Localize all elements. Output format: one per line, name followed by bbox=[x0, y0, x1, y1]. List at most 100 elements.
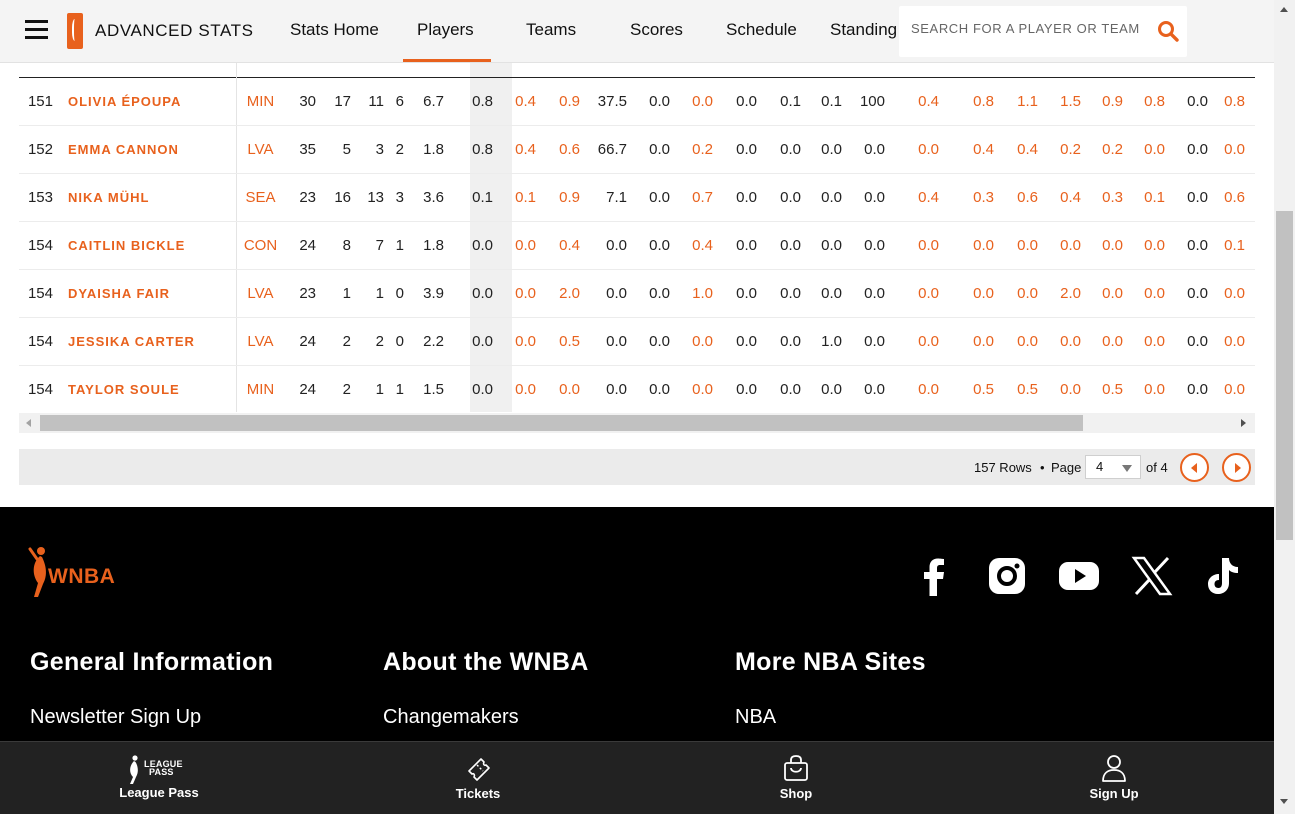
x-icon[interactable] bbox=[1131, 555, 1173, 597]
page-vertical-scrollbar[interactable] bbox=[1274, 0, 1295, 814]
nav-players[interactable]: Players bbox=[417, 20, 474, 40]
team-link[interactable]: LVA bbox=[238, 270, 283, 317]
team-link[interactable]: CON bbox=[238, 222, 283, 269]
footer-heading-more-nba-sites: More NBA Sites bbox=[735, 648, 926, 676]
stat-cell: 1.8 bbox=[423, 237, 444, 254]
nav-stats-home[interactable]: Stats Home bbox=[290, 20, 379, 40]
player-name-link[interactable]: NIKA MÜHL bbox=[68, 174, 149, 221]
hamburger-menu-icon[interactable] bbox=[25, 20, 48, 40]
bottom-nav-tickets[interactable]: Tickets bbox=[418, 742, 538, 814]
stat-cell: 0.0 bbox=[821, 237, 842, 254]
stat-cell: 0.0 bbox=[692, 93, 713, 110]
stat-cell: 1.0 bbox=[821, 333, 842, 350]
nav-standings[interactable]: Standing bbox=[830, 20, 897, 40]
stat-cell: 0.1 bbox=[780, 93, 801, 110]
instagram-icon[interactable] bbox=[986, 555, 1028, 597]
stat-cell: 66.7 bbox=[597, 141, 627, 158]
stat-cell: 3 bbox=[375, 141, 384, 158]
search-box bbox=[899, 6, 1187, 57]
stat-cell: 2.0 bbox=[559, 285, 580, 302]
stat-cell: 0.0 bbox=[1224, 333, 1245, 350]
nav-teams[interactable]: Teams bbox=[526, 20, 576, 40]
footer-logo-text: WNBA bbox=[48, 565, 116, 588]
player-name-link[interactable]: DYAISHA FAIR bbox=[68, 270, 170, 317]
team-link[interactable]: LVA bbox=[238, 126, 283, 173]
stat-cell: 0.3 bbox=[973, 189, 994, 206]
previous-page-button[interactable] bbox=[1180, 453, 1209, 482]
stat-cell: 0.0 bbox=[864, 381, 885, 398]
table-horizontal-scrollbar[interactable] bbox=[19, 413, 1255, 433]
bottom-nav-label: Tickets bbox=[455, 786, 501, 801]
stat-cell: 0.0 bbox=[1102, 237, 1123, 254]
stat-cell: 0.0 bbox=[649, 93, 670, 110]
player-name-link[interactable]: OLIVIA ÉPOUPA bbox=[68, 78, 181, 125]
stat-cell: 0.0 bbox=[1144, 237, 1165, 254]
player-name-link[interactable]: TAYLOR SOULE bbox=[68, 366, 180, 412]
player-name-link[interactable]: CAITLIN BICKLE bbox=[68, 222, 185, 269]
player-name-link[interactable]: EMMA CANNON bbox=[68, 126, 179, 173]
team-link[interactable]: LVA bbox=[238, 318, 283, 365]
stat-cell: 2.0 bbox=[1060, 285, 1081, 302]
stat-cell: 0.0 bbox=[606, 237, 627, 254]
stat-cell: 0.0 bbox=[864, 237, 885, 254]
stat-cell: 0.0 bbox=[821, 285, 842, 302]
stat-cell: 0.1 bbox=[1144, 189, 1165, 206]
nav-scores[interactable]: Scores bbox=[630, 20, 683, 40]
bottom-nav-sign-up[interactable]: Sign Up bbox=[1054, 742, 1174, 814]
player-name-link[interactable]: JESSIKA CARTER bbox=[68, 318, 195, 365]
site-title[interactable]: ADVANCED STATS bbox=[95, 21, 254, 41]
wnba-logo-icon[interactable] bbox=[67, 13, 83, 49]
stat-cell: 0.0 bbox=[1187, 141, 1208, 158]
stat-cell: 0.0 bbox=[780, 189, 801, 206]
scroll-up-arrow[interactable] bbox=[1280, 7, 1288, 12]
stat-cell: 0.4 bbox=[559, 237, 580, 254]
footer-link-newsletter[interactable]: Newsletter Sign Up bbox=[30, 706, 201, 729]
stat-cell: 0.2 bbox=[692, 141, 713, 158]
youtube-icon[interactable] bbox=[1058, 555, 1100, 597]
stat-cell: 0.1 bbox=[472, 189, 493, 206]
stat-cell: 24 bbox=[299, 237, 316, 254]
table-row: 154 CAITLIN BICKLE CON 24 8 7 1 1.8 0.0 0.0 0.4 0.0… bbox=[19, 222, 1255, 270]
stat-cell: 0.1 bbox=[1224, 237, 1245, 254]
table-row: 153 NIKA MÜHL SEA 23 16 13 3 3.6 0.1 0.1 0.9 7.1 0.0… bbox=[19, 174, 1255, 222]
search-input[interactable] bbox=[911, 21, 1141, 36]
stat-cell: 17 bbox=[334, 93, 351, 110]
stat-cell: 0.0 bbox=[649, 237, 670, 254]
stat-cell: 0.0 bbox=[649, 381, 670, 398]
facebook-icon[interactable] bbox=[913, 555, 955, 597]
stat-cell: 0.0 bbox=[864, 141, 885, 158]
team-link[interactable]: SEA bbox=[238, 174, 283, 221]
scroll-left-arrow[interactable] bbox=[26, 419, 31, 427]
stat-cell: 37.5 bbox=[597, 93, 627, 110]
footer-link-nba[interactable]: NBA bbox=[735, 706, 776, 729]
stat-cell: 0.0 bbox=[780, 237, 801, 254]
team-link[interactable]: MIN bbox=[238, 366, 283, 412]
stat-cell: 5 bbox=[342, 141, 351, 158]
scroll-down-arrow[interactable] bbox=[1280, 799, 1288, 804]
bottom-nav-shop[interactable]: Shop bbox=[736, 742, 856, 814]
table-row: 154 DYAISHA FAIR LVA 23 1 1 0 3.9 0.0 0.0 2.0 0.0 0.… bbox=[19, 270, 1255, 318]
footer-logo[interactable]: WNBA bbox=[28, 545, 115, 604]
next-page-button[interactable] bbox=[1222, 453, 1251, 482]
footer-link-changemakers[interactable]: Changemakers bbox=[383, 706, 519, 729]
stat-cell: 0.0 bbox=[780, 141, 801, 158]
scrollbar-thumb[interactable] bbox=[40, 415, 1083, 431]
page-select[interactable]: 4 bbox=[1085, 455, 1141, 479]
stat-cell: 0.9 bbox=[559, 189, 580, 206]
bottom-nav-label: Sign Up bbox=[1089, 786, 1139, 801]
stat-cell: 0.0 bbox=[780, 333, 801, 350]
stat-cell: 0.0 bbox=[1017, 237, 1038, 254]
team-link[interactable]: MIN bbox=[238, 78, 283, 125]
stat-cell: 23 bbox=[299, 285, 316, 302]
bottom-nav-league-pass[interactable]: LEAGUE PASS League Pass bbox=[99, 742, 219, 814]
stat-cell: 0.5 bbox=[1017, 381, 1038, 398]
search-icon[interactable] bbox=[1157, 20, 1179, 42]
stat-cell: 0.0 bbox=[918, 333, 939, 350]
tiktok-icon[interactable] bbox=[1203, 555, 1245, 597]
stat-cell: 0.0 bbox=[1017, 333, 1038, 350]
nav-schedule[interactable]: Schedule bbox=[726, 20, 797, 40]
stat-cell: 0.0 bbox=[649, 189, 670, 206]
page-label: Page bbox=[1051, 460, 1082, 475]
page-scrollbar-thumb[interactable] bbox=[1276, 211, 1293, 540]
scroll-right-arrow[interactable] bbox=[1241, 419, 1246, 427]
